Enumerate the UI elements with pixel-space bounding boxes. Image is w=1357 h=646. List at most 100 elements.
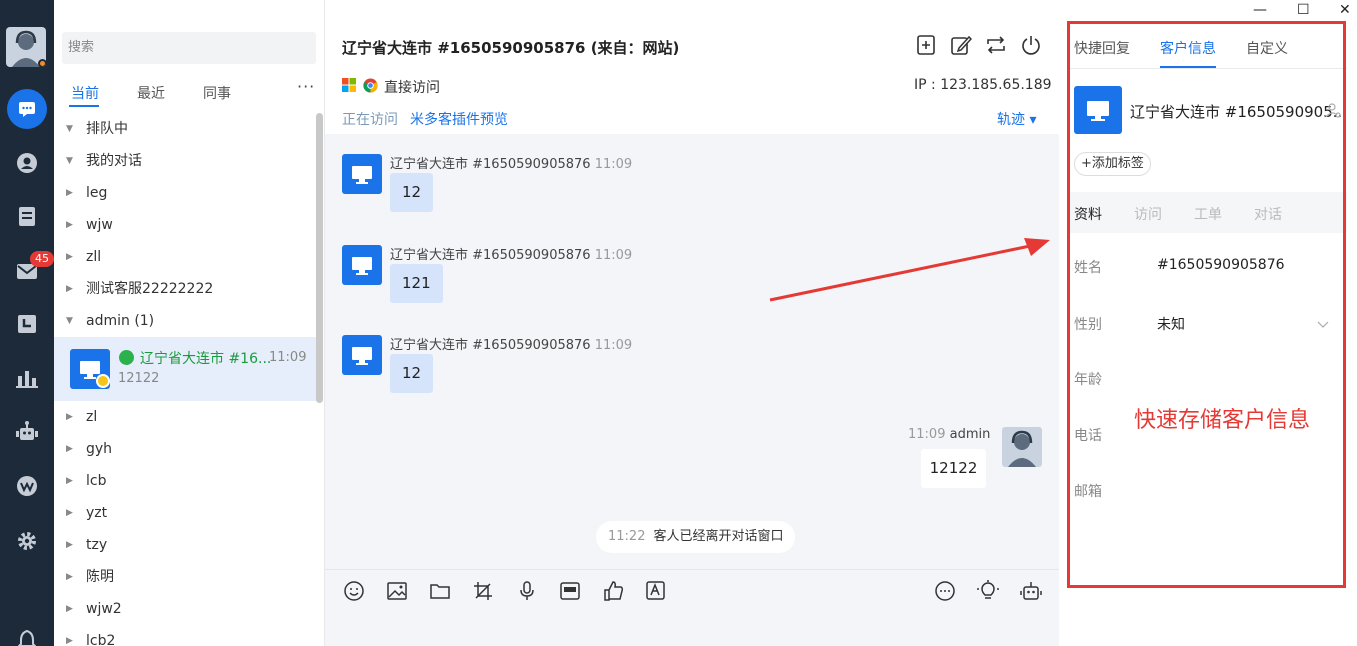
- message-meta: 辽宁省大连市 #1650590905876 11:09: [390, 248, 633, 263]
- desktop-icon: [342, 245, 382, 285]
- chevron-right-icon: ▶: [66, 412, 73, 422]
- group-leg[interactable]: ▶ leg: [54, 177, 316, 209]
- visiting-page-link[interactable]: 米多客插件预览: [410, 109, 508, 129]
- session-title: 辽宁省大连市 #16...: [140, 351, 272, 367]
- screen-icon[interactable]: [559, 580, 581, 602]
- chat-icon[interactable]: [7, 89, 47, 129]
- message-meta: 11:09 admin: [908, 427, 991, 442]
- group-my-chats[interactable]: ▼ 我的对话: [54, 145, 316, 177]
- chart-icon[interactable]: [7, 358, 47, 398]
- like-icon[interactable]: [602, 580, 624, 602]
- chevron-right-icon: ▶: [66, 636, 73, 646]
- group-zl[interactable]: ▶ zl: [54, 401, 316, 433]
- track-dropdown[interactable]: 轨迹 ▾: [997, 109, 1036, 129]
- image-icon[interactable]: [386, 580, 408, 602]
- tab-recent[interactable]: 最近: [137, 83, 165, 103]
- chevron-right-icon: ▶: [66, 188, 73, 198]
- tab-underline: [69, 105, 99, 107]
- message-meta: 辽宁省大连市 #1650590905876 11:09: [390, 157, 633, 172]
- comment-icon[interactable]: [934, 580, 956, 602]
- chevron-right-icon: ▶: [66, 220, 73, 230]
- desktop-icon: [342, 154, 382, 194]
- group-queue[interactable]: ▼ 排队中: [54, 113, 316, 145]
- system-message: 11:22 客人已经离开对话窗口: [596, 521, 796, 553]
- bulb-icon[interactable]: [977, 580, 999, 602]
- chat-title: 辽宁省大连市 #1650590905876 (来自：网站): [342, 39, 680, 57]
- scrollbar[interactable]: [316, 113, 323, 403]
- input-toolbar: [325, 569, 1059, 646]
- highlight-box: [1067, 21, 1346, 588]
- folder-icon[interactable]: [429, 580, 451, 602]
- session-time: 11:09: [269, 350, 307, 365]
- minimize-button[interactable]: —: [1253, 2, 1267, 18]
- more-icon[interactable]: ···: [297, 77, 315, 96]
- chevron-right-icon: ▶: [66, 252, 73, 262]
- group-zll[interactable]: ▶ zll: [54, 241, 316, 273]
- session-tabs: 当前 最近 同事 ···: [54, 77, 325, 107]
- transfer-icon[interactable]: [985, 34, 1007, 56]
- message-bubble: 121: [390, 264, 443, 303]
- chevron-down-icon: ▼: [66, 316, 73, 326]
- tab-colleagues[interactable]: 同事: [203, 83, 231, 103]
- chevron-right-icon: ▶: [66, 476, 73, 486]
- group-chenming[interactable]: ▶ 陈明: [54, 561, 316, 593]
- windows-icon: [342, 78, 356, 96]
- app-window: 45 搜索 当前 最近 同事 ··· ▼ 排队中 ▼ 我的对话 ▶ leg ▶ …: [0, 0, 1357, 646]
- chevron-right-icon: ▶: [66, 604, 73, 614]
- agent-avatar[interactable]: [6, 27, 46, 67]
- group-test-agent[interactable]: ▶ 测试客服22222222: [54, 273, 316, 305]
- mic-icon[interactable]: [516, 580, 538, 602]
- chevron-right-icon: ▶: [66, 284, 73, 294]
- chevron-right-icon: ▶: [66, 444, 73, 454]
- group-wjw[interactable]: ▶ wjw: [54, 209, 316, 241]
- visiting-label: 正在访问: [342, 112, 398, 128]
- add-icon[interactable]: [915, 34, 937, 56]
- wechat-icon: [119, 350, 134, 365]
- group-wjw2[interactable]: ▶ wjw2: [54, 593, 316, 625]
- access-type: 直接访问: [384, 80, 440, 96]
- moon-icon: [96, 374, 110, 388]
- emoji-icon[interactable]: [343, 580, 365, 602]
- settings-icon[interactable]: [7, 521, 47, 561]
- message-bubble: 12: [390, 173, 434, 212]
- message-meta: 辽宁省大连市 #1650590905876 11:09: [390, 338, 633, 353]
- chat-panel: 辽宁省大连市 #1650590905876 (来自：网站) 直接访问 IP : …: [325, 0, 1059, 646]
- group-lcb2[interactable]: ▶ lcb2: [54, 625, 316, 646]
- robot-icon[interactable]: [1020, 580, 1042, 602]
- agent-avatar: [1002, 427, 1042, 467]
- robot-icon[interactable]: [7, 412, 47, 452]
- session-list-panel: 搜索 当前 最近 同事 ··· ▼ 排队中 ▼ 我的对话 ▶ leg ▶ wjw ▶ zl…: [54, 0, 325, 646]
- maximize-button[interactable]: ☐: [1297, 2, 1310, 18]
- session-last-message: 12122: [118, 371, 160, 386]
- desktop-icon: [342, 335, 382, 375]
- group-tzy[interactable]: ▶ tzy: [54, 529, 316, 561]
- tab-current[interactable]: 当前: [71, 83, 99, 103]
- group-yzt[interactable]: ▶ yzt: [54, 497, 316, 529]
- message-bubble: 12: [390, 354, 434, 393]
- search-input[interactable]: 搜索: [62, 32, 316, 64]
- annotation-text: 快速存储客户信息: [1134, 408, 1311, 433]
- group-admin[interactable]: ▼ admin (1): [54, 305, 316, 337]
- plugin-icon[interactable]: [7, 466, 47, 506]
- chevron-right-icon: ▶: [66, 572, 73, 582]
- chevron-right-icon: ▶: [66, 508, 73, 518]
- group-gyh[interactable]: ▶ gyh: [54, 433, 316, 465]
- translate-icon[interactable]: [645, 580, 667, 602]
- close-button[interactable]: ✕: [1339, 2, 1351, 18]
- user-icon[interactable]: [7, 143, 47, 183]
- chrome-icon: [363, 78, 378, 97]
- edit-icon[interactable]: [950, 34, 973, 56]
- bell-icon[interactable]: [7, 620, 47, 646]
- ticket-icon[interactable]: [7, 196, 47, 236]
- chevron-right-icon: ▶: [66, 540, 73, 550]
- power-icon[interactable]: [1020, 34, 1042, 56]
- chat-header: 辽宁省大连市 #1650590905876 (来自：网站) 直接访问 IP : …: [325, 0, 1059, 134]
- status-dot: [38, 59, 46, 67]
- group-lcb[interactable]: ▶ lcb: [54, 465, 316, 497]
- crop-icon[interactable]: [472, 580, 494, 602]
- clock-icon[interactable]: [7, 304, 47, 344]
- visitor-ip: IP : 123.185.65.189: [914, 77, 1052, 93]
- chevron-down-icon: ▼: [66, 156, 73, 166]
- session-item-active[interactable]: 辽宁省大连市 #16... 11:09 12122: [54, 337, 316, 401]
- message-bubble: 12122: [921, 449, 986, 488]
